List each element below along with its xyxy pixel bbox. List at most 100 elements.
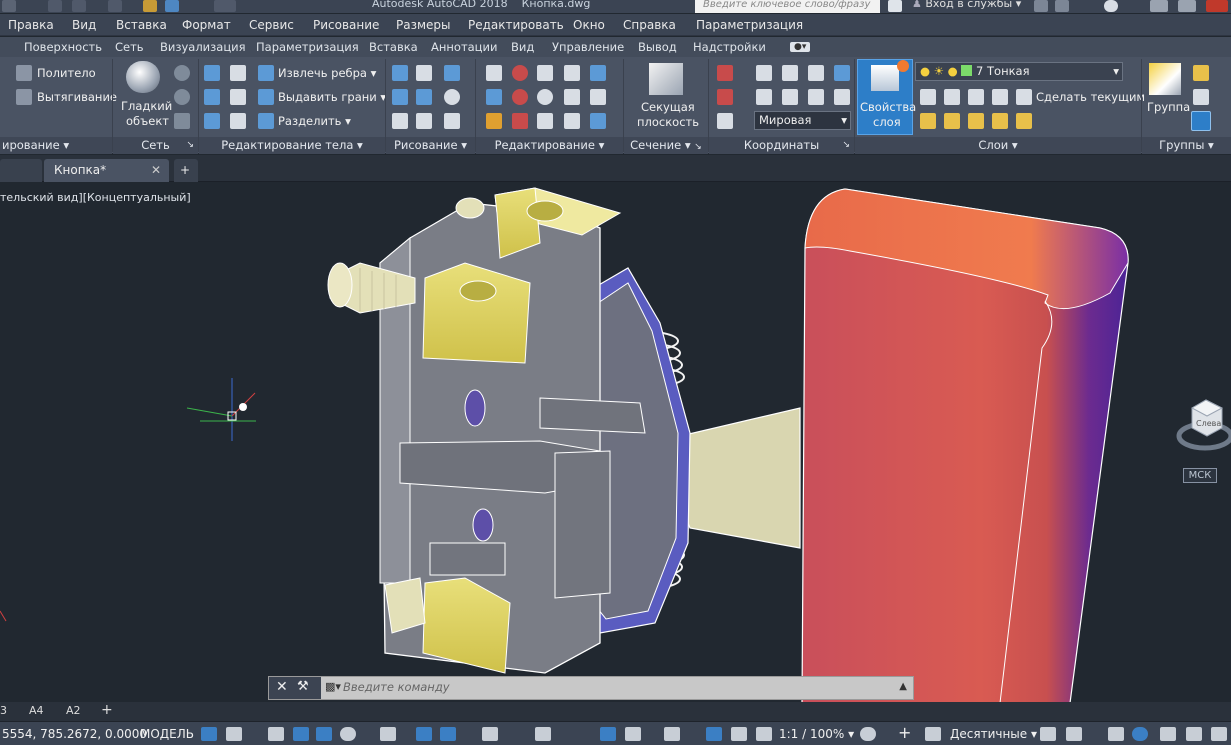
menu-item-dimensions[interactable]: Размеры: [396, 18, 451, 32]
mesh-refine-icon[interactable]: [174, 65, 190, 81]
ucs-y-icon[interactable]: [808, 89, 824, 105]
move-3d-icon[interactable]: [512, 65, 528, 81]
mesh-uncrease-icon[interactable]: [174, 113, 190, 129]
auto-scale-icon[interactable]: [731, 727, 747, 741]
ucs-view-icon[interactable]: [717, 113, 733, 129]
panel-draw-title[interactable]: Рисование ▾: [386, 137, 475, 154]
mirror-icon[interactable]: [590, 89, 606, 105]
trim-icon[interactable]: [590, 65, 606, 81]
ucs-menu[interactable]: МСК: [1183, 468, 1217, 483]
annotation-visibility-icon[interactable]: [706, 727, 722, 741]
copy-icon[interactable]: [564, 65, 580, 81]
ucs-icon-toggle[interactable]: [834, 65, 850, 81]
restore-icon[interactable]: [1178, 0, 1196, 12]
3d-osnap-icon[interactable]: [535, 727, 551, 741]
snap-icon[interactable]: [226, 727, 242, 741]
polysolid-button[interactable]: Политело: [37, 66, 96, 80]
menu-item-draw[interactable]: Рисование: [313, 18, 379, 32]
mesh-crease-icon[interactable]: [174, 89, 190, 105]
tab-parametric[interactable]: Параметризация: [256, 40, 359, 54]
layer-unisolate-icon[interactable]: [992, 89, 1008, 105]
save-as-icon[interactable]: [165, 0, 179, 12]
ucs-z-icon[interactable]: [834, 89, 850, 105]
dynamic-ucs-icon[interactable]: [600, 727, 616, 741]
tab-layout-a4[interactable]: A4: [29, 704, 44, 717]
add-layout-button[interactable]: +: [101, 702, 113, 718]
menu-item-insert[interactable]: Вставка: [116, 18, 167, 32]
circle-icon[interactable]: [444, 89, 460, 105]
plot-icon[interactable]: [143, 0, 157, 12]
group-select-icon[interactable]: [1191, 111, 1211, 131]
menu-item-window[interactable]: Окно: [573, 18, 605, 32]
tab-start[interactable]: [0, 159, 42, 182]
layer-on-icon[interactable]: [1016, 113, 1032, 129]
panel-groups-title[interactable]: Группы ▾: [1142, 137, 1231, 154]
tab-surface[interactable]: Поверхность: [24, 40, 102, 54]
layer-previous-icon[interactable]: [944, 89, 960, 105]
customization-icon[interactable]: [1211, 727, 1227, 741]
units-dropdown[interactable]: Десятичные ▾: [950, 727, 1037, 741]
panel-coordinates-title[interactable]: Координаты ↘: [709, 137, 854, 154]
intersect-icon[interactable]: [204, 89, 220, 105]
tab-output[interactable]: Вывод: [638, 40, 677, 54]
panel-modify-title[interactable]: Редактирование ▾: [476, 137, 623, 154]
rotate-icon[interactable]: [537, 89, 553, 105]
isolate-objects-icon[interactable]: [1132, 727, 1148, 741]
menu-item-edit[interactable]: Правка: [8, 18, 54, 32]
quick-properties-icon[interactable]: [1040, 727, 1056, 741]
menu-item-modify[interactable]: Редактировать: [468, 18, 564, 32]
gizmo-icon[interactable]: [664, 727, 680, 741]
menu-item-format[interactable]: Формат: [182, 18, 231, 32]
ucs-named-icon[interactable]: [717, 89, 733, 105]
tab-overflow-button[interactable]: ●▾: [790, 42, 811, 52]
model-space-toggle[interactable]: МОДЕЛЬ: [140, 727, 194, 741]
menu-item-parametric[interactable]: Параметризация: [696, 18, 803, 32]
tab-layout-a2[interactable]: A2: [66, 704, 81, 717]
arc-icon[interactable]: [444, 65, 460, 81]
exchange-icon[interactable]: [1055, 0, 1069, 12]
spline-icon[interactable]: [392, 65, 408, 81]
ucs-x-icon[interactable]: [808, 65, 824, 81]
freeform-icon[interactable]: [392, 89, 408, 105]
tab-addins[interactable]: Надстройки: [693, 40, 766, 54]
ucs-icon[interactable]: [717, 65, 733, 81]
array-icon[interactable]: [590, 113, 606, 129]
close-icon[interactable]: ✕: [276, 679, 288, 695]
panel-mesh-title[interactable]: Сеть ↘: [113, 137, 198, 154]
section-plane-button[interactable]: Секущая: [641, 100, 695, 114]
login-button[interactable]: ♟ Вход в службы ▾: [912, 0, 1021, 10]
selection-filter-icon[interactable]: [625, 727, 641, 741]
command-history-icon[interactable]: ▲: [899, 681, 907, 692]
annotation-scale-dropdown[interactable]: 1:1 / 100% ▾: [779, 727, 854, 741]
layer-dropdown[interactable]: ● ☀ ● 7 Тонкая ▾: [915, 62, 1123, 81]
grid-icon[interactable]: [201, 727, 217, 741]
transparency-icon[interactable]: [440, 727, 456, 741]
undo-icon[interactable]: [72, 0, 86, 12]
cart-icon[interactable]: [1034, 0, 1048, 12]
ucs-prev-icon[interactable]: [756, 89, 772, 105]
isodraft-icon[interactable]: [316, 727, 332, 741]
close-tab-icon[interactable]: ✕: [151, 159, 161, 181]
rotate-3d-icon[interactable]: [512, 89, 528, 105]
group-edit-icon[interactable]: [1193, 89, 1209, 105]
workspace-icon[interactable]: [214, 0, 236, 12]
edit-icon[interactable]: [486, 113, 502, 129]
binoculars-icon[interactable]: [888, 0, 902, 12]
smooth-object-button[interactable]: Гладкий: [121, 99, 172, 113]
subtract-icon[interactable]: [230, 65, 246, 81]
move-icon[interactable]: [537, 65, 553, 81]
tab-render[interactable]: Визуализация: [160, 40, 246, 54]
tab-annotate[interactable]: Аннотации: [431, 40, 497, 54]
tab-view[interactable]: Вид: [511, 40, 534, 54]
polygon-icon[interactable]: [392, 113, 408, 129]
scale-3d-icon[interactable]: [512, 113, 528, 129]
tab-insert[interactable]: Вставка: [369, 40, 418, 54]
tab-drawing-active[interactable]: Кнопка* ✕: [44, 159, 169, 182]
align-icon[interactable]: [486, 89, 502, 105]
osnap-icon[interactable]: [380, 727, 396, 741]
ucs-face-icon[interactable]: [782, 89, 798, 105]
polyline-icon[interactable]: [416, 65, 432, 81]
panel-solid-edit-title[interactable]: Редактирование тела ▾: [199, 137, 385, 154]
workspace-switch-icon[interactable]: [1066, 727, 1082, 741]
extrude-faces-button[interactable]: Выдавить грани ▾: [278, 90, 386, 104]
